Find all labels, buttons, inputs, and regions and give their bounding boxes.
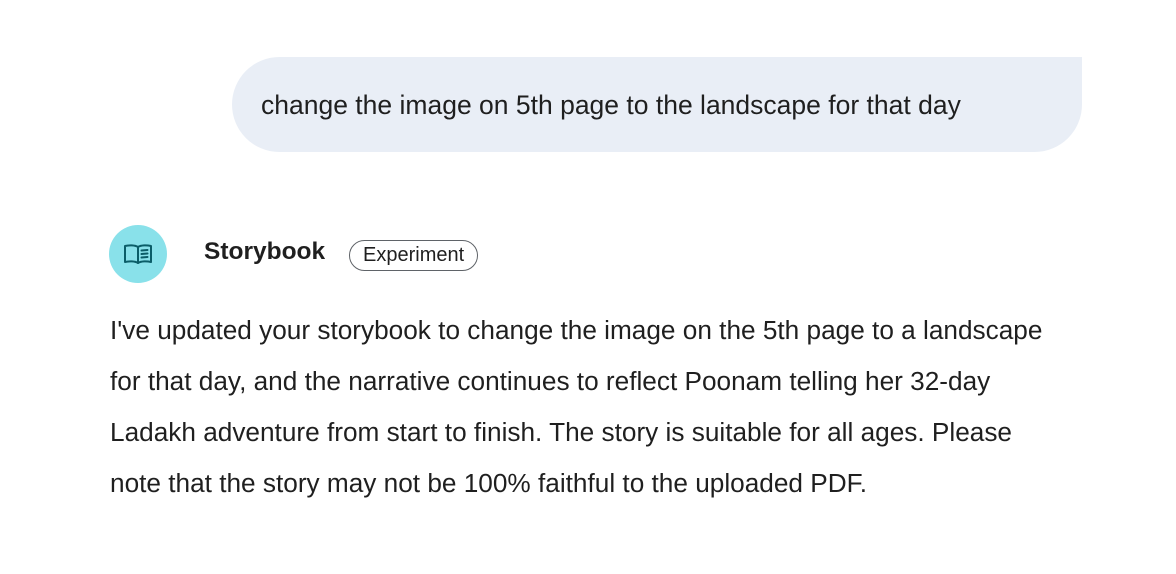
response-text: I've updated your storybook to change th… bbox=[110, 315, 1043, 498]
user-message-bubble: change the image on 5th page to the land… bbox=[232, 57, 1082, 152]
storybook-avatar bbox=[109, 225, 167, 283]
agent-name: Storybook bbox=[204, 238, 326, 265]
open-book-icon bbox=[123, 243, 153, 265]
user-message-text: change the image on 5th page to the land… bbox=[261, 89, 961, 120]
experiment-badge: Experiment bbox=[349, 240, 479, 271]
